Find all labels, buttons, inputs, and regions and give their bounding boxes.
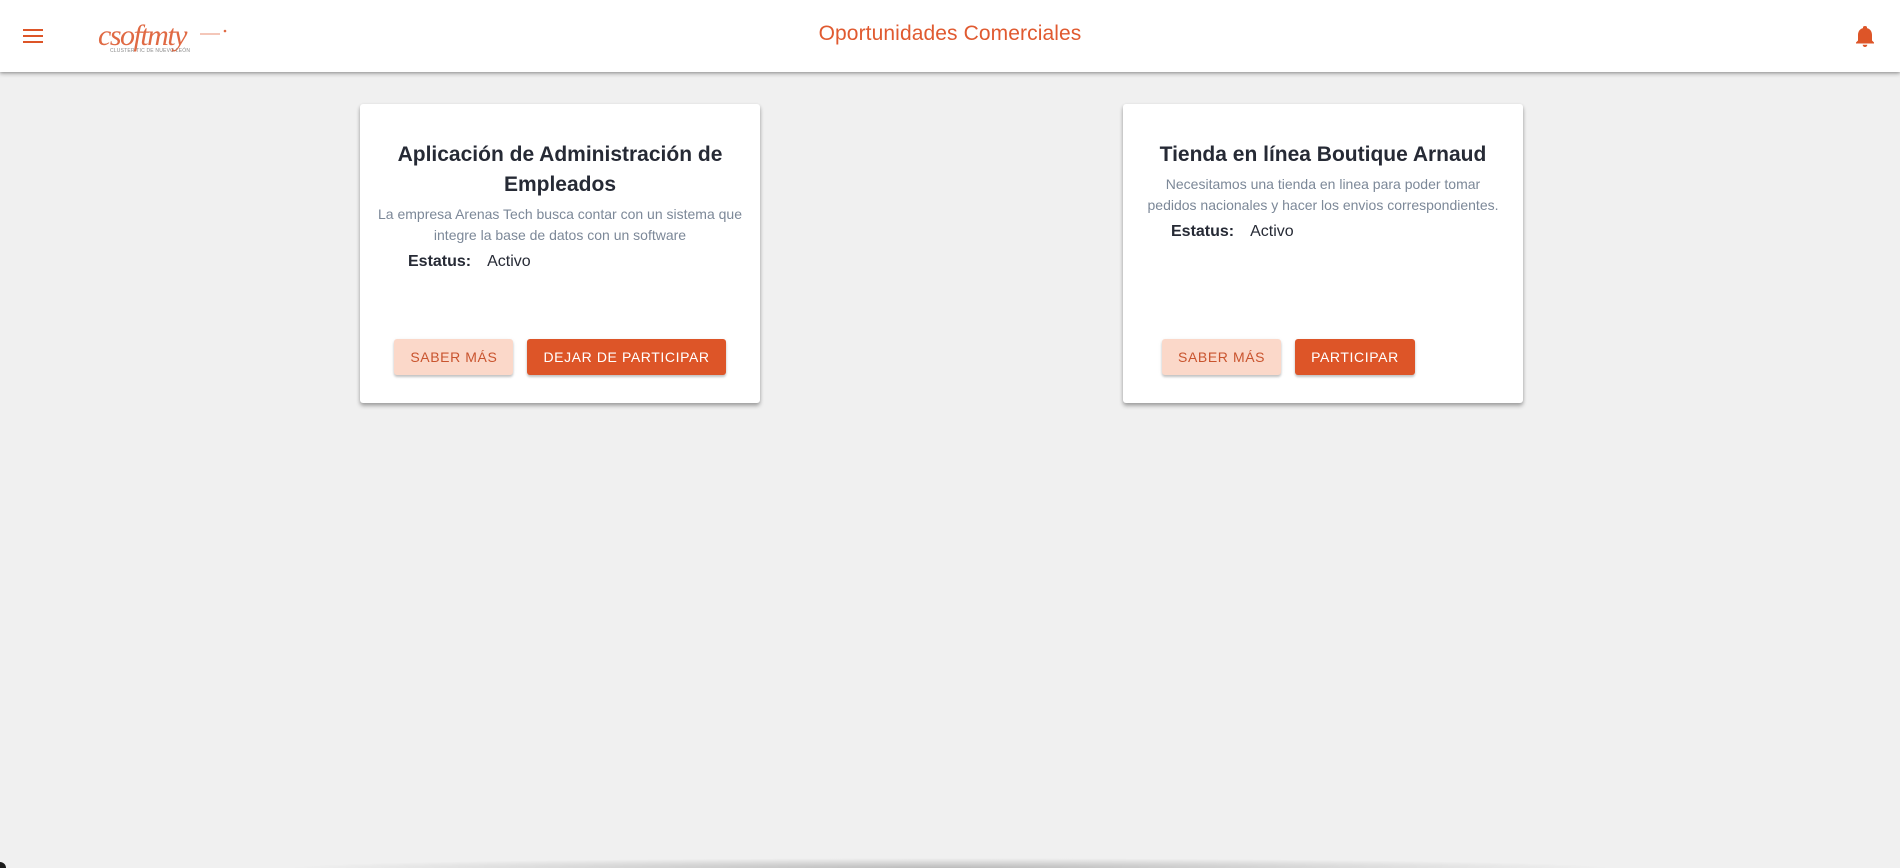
card-title: Aplicación de Administración de Empleado… [397,143,723,196]
opportunity-card: Tienda en línea Boutique Arnaud Necesita… [1123,104,1523,403]
stop-participating-button[interactable]: Dejar de participar [527,339,726,375]
svg-text:CLUSTER TIC DE NUEVO LEÓN: CLUSTER TIC DE NUEVO LEÓN [110,47,190,54]
status-row: Estatus: Activo [378,253,742,271]
status-label: Estatus: [408,253,472,270]
bottom-shadow [280,858,1620,868]
card-description: La empresa Arenas Tech busca contar con … [378,206,742,243]
bell-icon [1856,26,1874,47]
card-actions: Saber más Participar [1123,339,1523,375]
window-corner [0,862,6,868]
status-label: Estatus: [1171,223,1235,240]
opportunity-card: Aplicación de Administración de Empleado… [360,104,760,403]
card-actions: Saber más Dejar de participar [360,339,760,375]
status-value: Activo [1250,223,1294,240]
participate-button[interactable]: Participar [1295,339,1415,375]
learn-more-button[interactable]: Saber más [1162,339,1282,375]
status-row: Estatus: Activo [1141,223,1505,241]
page-title: Oportunidades Comerciales [818,22,1082,45]
status-value: Activo [487,253,531,270]
app-bar: csoftmty CLUSTER TIC DE NUEVO LEÓN Oport… [0,0,1900,72]
card-title: Tienda en línea Boutique Arnaud [1159,143,1487,166]
card-description: Necesitamos una tienda en linea para pod… [1147,176,1499,213]
learn-more-button[interactable]: Saber más [394,339,514,375]
notifications-button[interactable] [1852,22,1878,50]
